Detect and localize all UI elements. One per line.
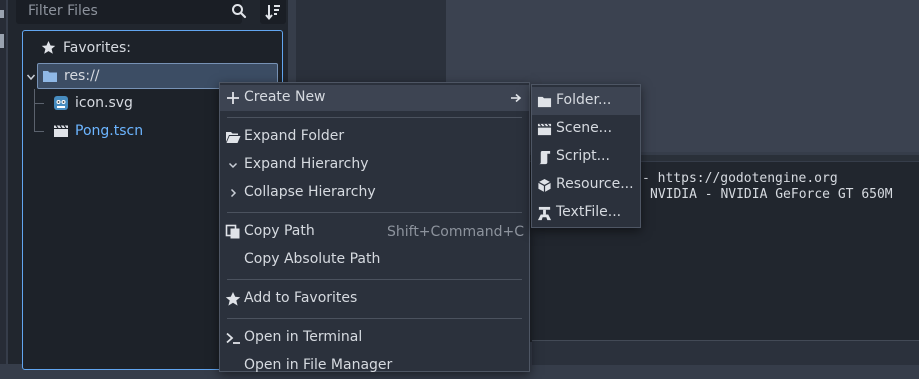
- submenu-item-script[interactable]: Script...: [532, 143, 640, 171]
- tree-guide-line: [34, 103, 44, 104]
- output-line: - https://godotengine.org: [642, 171, 838, 186]
- chevron-down-icon: [228, 162, 238, 169]
- tree-item-label: Pong.tscn: [75, 123, 144, 139]
- clapperboard-icon: [537, 123, 552, 136]
- sort-icon: [265, 5, 280, 21]
- chevron-right-icon: [230, 188, 237, 198]
- create-new-submenu: Folder... Scene... Script... Resource...…: [531, 84, 641, 228]
- menu-item-open-in-file-manager[interactable]: Open in File Manager: [220, 353, 529, 379]
- menu-separator: [227, 318, 522, 319]
- sort-button[interactable]: [260, 0, 286, 24]
- star-icon: [41, 40, 56, 54]
- textfile-icon: [537, 206, 552, 221]
- strip-marker: [0, 34, 4, 48]
- submenu-item-textfile[interactable]: TextFile...: [532, 199, 640, 227]
- menu-item-copy-absolute-path[interactable]: Copy Absolute Path: [220, 247, 529, 273]
- menu-item-label: Open in File Manager: [244, 357, 393, 373]
- menu-item-label: Expand Hierarchy: [244, 156, 369, 172]
- submenu-item-label: Resource...: [556, 176, 634, 192]
- submenu-item-scene[interactable]: Scene...: [532, 115, 640, 143]
- cube-icon: [538, 178, 551, 193]
- filter-bar: Filter Files: [16, 0, 286, 26]
- left-dock-strip: [0, 0, 6, 364]
- menu-item-label: Copy Path: [244, 223, 315, 239]
- context-menu: Create New Expand Folder Expand Hierarch…: [219, 82, 530, 373]
- tree-item-label: icon.svg: [75, 95, 133, 111]
- terminal-icon: [226, 332, 240, 344]
- tree-guide-line: [34, 131, 44, 132]
- submenu-item-label: TextFile...: [556, 204, 622, 220]
- menu-item-copy-path[interactable]: Copy Path Shift+Command+C: [220, 219, 529, 245]
- plus-icon: [227, 92, 239, 104]
- folder-icon: [537, 96, 552, 108]
- menu-item-expand-hierarchy[interactable]: Expand Hierarchy: [220, 152, 529, 178]
- menu-item-add-to-favorites[interactable]: Add to Favorites: [220, 286, 529, 312]
- copy-icon: [225, 224, 240, 239]
- menu-item-collapse-hierarchy[interactable]: Collapse Hierarchy: [220, 180, 529, 206]
- menu-item-label: Open in Terminal: [244, 329, 363, 345]
- arrow-right-icon: [511, 93, 522, 103]
- submenu-item-folder[interactable]: Folder...: [532, 87, 640, 115]
- filter-placeholder: Filter Files: [28, 3, 98, 19]
- clapperboard-icon: [54, 125, 68, 137]
- menu-item-expand-folder[interactable]: Expand Folder: [220, 124, 529, 150]
- submenu-item-label: Script...: [556, 148, 610, 164]
- submenu-item-resource[interactable]: Resource...: [532, 171, 640, 199]
- menu-item-label: Add to Favorites: [244, 290, 358, 306]
- submenu-item-label: Scene...: [556, 120, 613, 136]
- bottom-panel-bar: [532, 340, 919, 365]
- tree-item-label: res://: [64, 68, 100, 84]
- menu-separator: [227, 212, 522, 213]
- folder-icon: [43, 71, 57, 82]
- output-line: NVIDIA - NVIDIA GeForce GT 650M: [650, 187, 893, 202]
- menu-item-open-in-terminal[interactable]: Open in Terminal: [220, 325, 529, 351]
- star-icon: [225, 292, 241, 306]
- menu-separator: [227, 117, 522, 118]
- menu-item-label: Copy Absolute Path: [244, 251, 381, 267]
- filter-files-input[interactable]: Filter Files: [16, 0, 247, 24]
- menu-item-create-new[interactable]: Create New: [220, 85, 529, 111]
- menu-item-label: Collapse Hierarchy: [244, 184, 376, 200]
- script-icon: [538, 150, 551, 165]
- godot-icon: [54, 96, 68, 110]
- menu-item-label: Expand Folder: [244, 128, 345, 144]
- strip-marker: [0, 10, 4, 18]
- submenu-item-label: Folder...: [556, 92, 612, 108]
- menu-item-shortcut: Shift+Command+C: [386, 224, 524, 240]
- search-icon[interactable]: [231, 3, 247, 19]
- menu-separator: [227, 279, 522, 280]
- folder-open-icon: [226, 132, 241, 143]
- chevron-down-icon[interactable]: [26, 72, 36, 82]
- tree-guide-line: [34, 89, 35, 132]
- favorites-row[interactable]: Favorites:: [41, 36, 241, 60]
- favorites-label: Favorites:: [63, 40, 131, 56]
- menu-item-label: Create New: [244, 89, 326, 105]
